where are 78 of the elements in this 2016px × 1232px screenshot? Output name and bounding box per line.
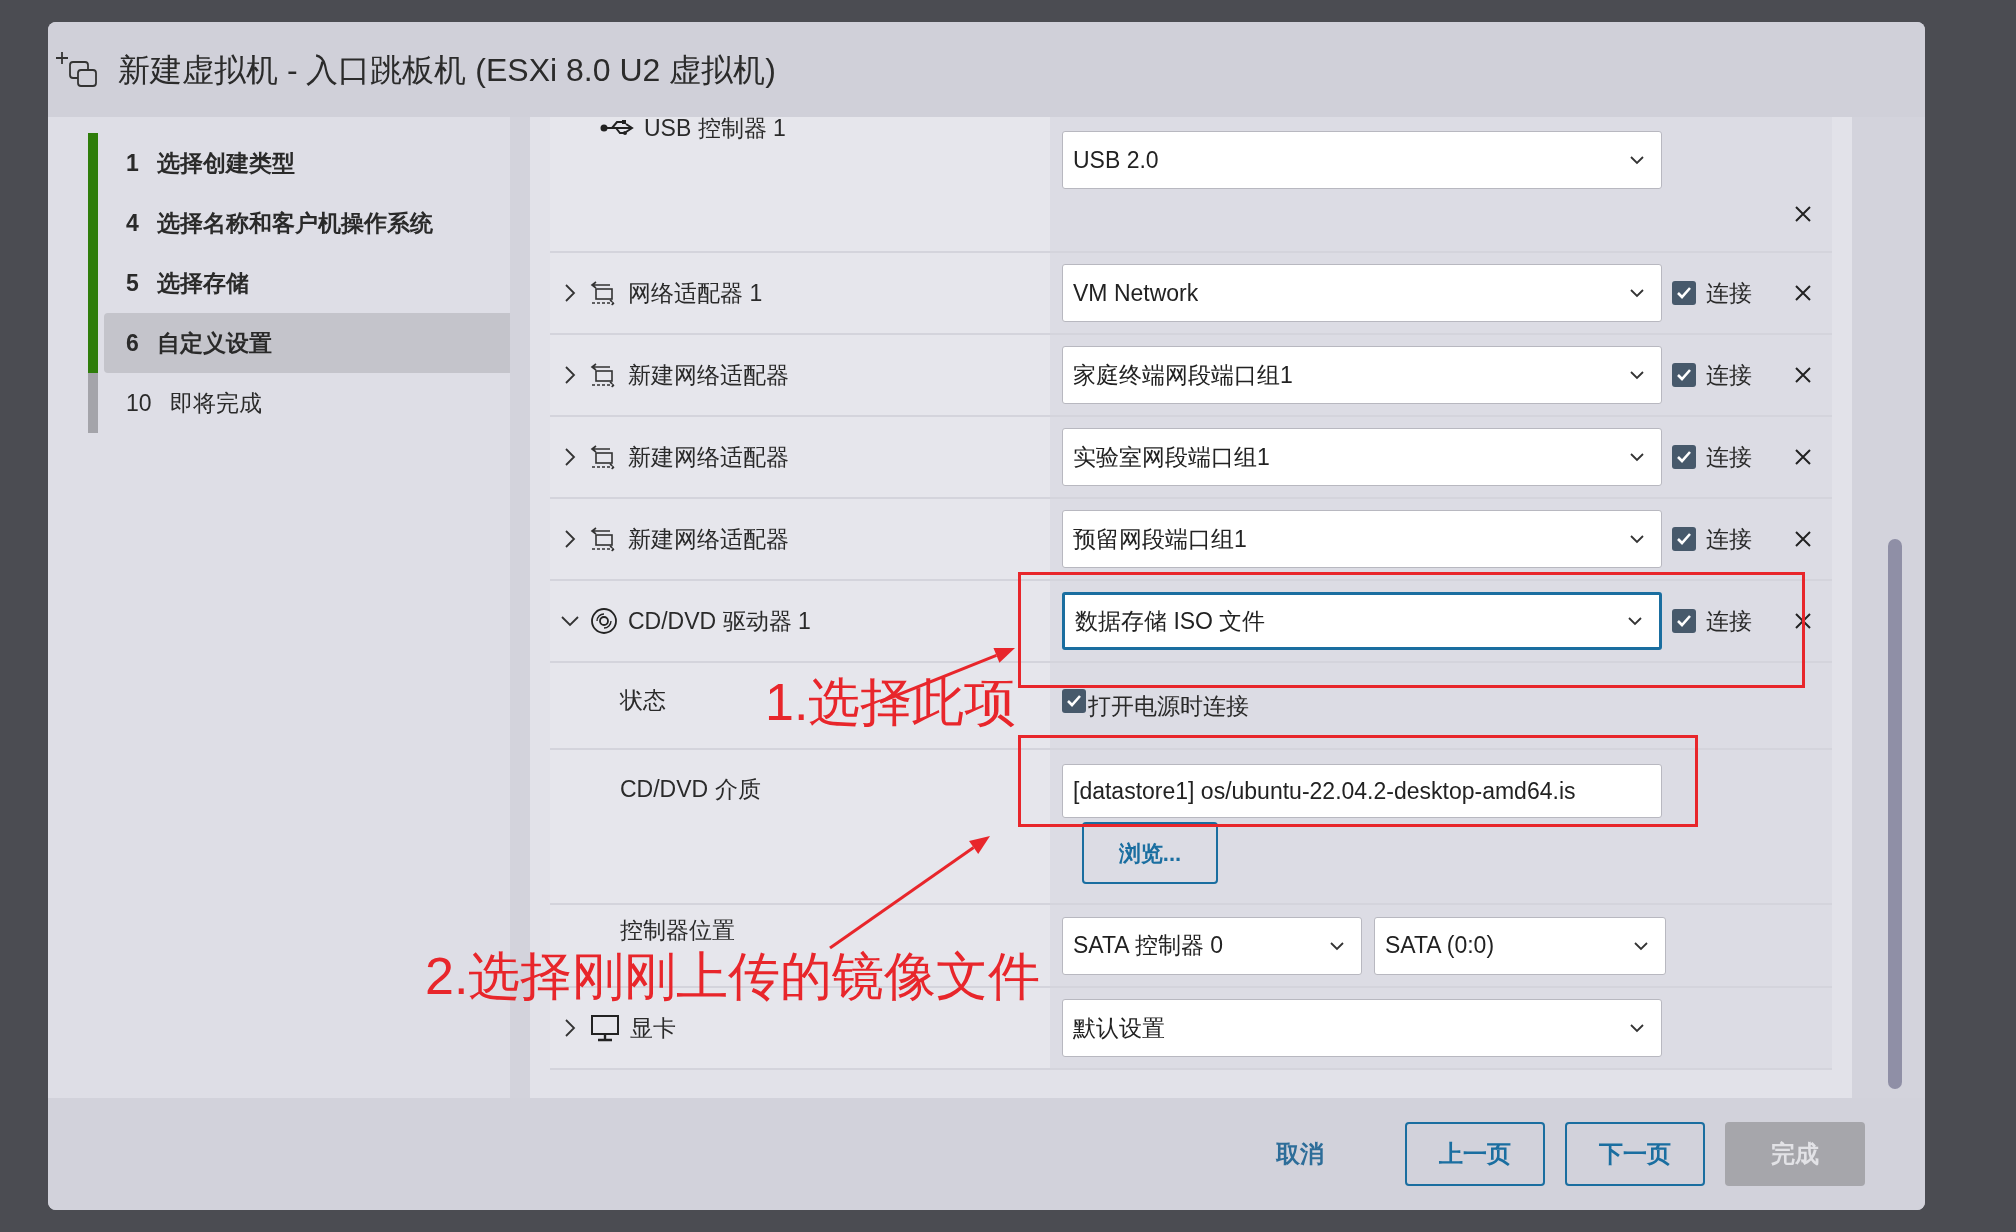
step-label: 选择存储	[156, 268, 249, 298]
checkbox[interactable]	[1672, 527, 1696, 551]
checkbox-label: 连接	[1706, 360, 1752, 390]
scrollbar-thumb[interactable]	[1888, 539, 1902, 1089]
dropdown[interactable]: SATA 控制器 0	[1062, 916, 1362, 975]
step-label: 即将完成	[169, 388, 262, 418]
dropdown[interactable]: USB 2.0	[1062, 131, 1662, 189]
checkbox[interactable]	[1672, 445, 1696, 469]
close-icon[interactable]	[1794, 448, 1812, 466]
close-icon[interactable]	[1794, 284, 1812, 302]
dropdown[interactable]: 默认设置	[1062, 999, 1662, 1057]
window-title: 新建虚拟机 - 入口跳板机 (ESXi 8.0 U2 虚拟机)	[118, 50, 776, 90]
footer-button[interactable]: 上一页	[1405, 1122, 1545, 1186]
dropdown[interactable]: VM Network	[1062, 264, 1662, 322]
caret-icon	[1629, 288, 1645, 298]
dropdown[interactable]: 家庭终端网段端口组1	[1062, 346, 1662, 404]
check-icon	[1066, 694, 1082, 708]
caret-icon	[1329, 940, 1345, 951]
caret-icon	[1629, 155, 1645, 165]
text-field[interactable]: [datastore1] os/ubuntu-22.04.2-desktop-amd64.is	[1062, 764, 1662, 818]
check-icon	[1676, 532, 1692, 546]
wizard-step[interactable]: 10 即将完成	[104, 373, 510, 433]
checkbox-label: 连接	[1706, 606, 1752, 636]
check-icon	[1676, 286, 1692, 300]
caret-icon	[1629, 370, 1645, 380]
device-label: USB 控制器 1	[644, 117, 786, 143]
checkbox-label: 连接	[1706, 442, 1752, 472]
close-icon[interactable]	[1794, 612, 1812, 630]
wizard-step[interactable]: 4 选择名称和客户机操作系统	[104, 193, 510, 253]
step-number: 10	[126, 388, 152, 418]
setting-label: CD/DVD 介质	[620, 775, 761, 804]
wizard-step[interactable]: 5 选择存储	[104, 253, 510, 313]
monitor-icon	[590, 1014, 620, 1042]
check-icon	[1676, 614, 1692, 628]
step-number: 6	[126, 328, 139, 358]
setting-label: 状态	[620, 686, 666, 715]
device-label: 显卡	[630, 1013, 676, 1043]
caret-icon	[1627, 616, 1643, 626]
checkbox-label: 连接	[1706, 524, 1752, 554]
step-number: 4	[126, 208, 139, 238]
dropdown[interactable]: SATA (0:0)	[1374, 916, 1666, 975]
new-vm-icon	[54, 49, 98, 90]
step-number: 1	[126, 148, 139, 178]
annotation-text: 2.选择刚刚上传的镜像文件	[425, 950, 1041, 1002]
caret-icon	[1633, 940, 1649, 951]
browse-button[interactable]: 浏览...	[1082, 822, 1218, 884]
caret-icon	[1629, 1023, 1645, 1033]
step-number: 5	[126, 268, 139, 298]
checkbox-label: 连接	[1706, 278, 1752, 308]
step-label: 自定义设置	[156, 328, 272, 358]
device-label: 网络适配器 1	[628, 278, 763, 308]
dropdown[interactable]: 数据存储 ISO 文件	[1062, 592, 1662, 650]
step-label: 选择创建类型	[156, 148, 295, 178]
device-label: 新建网络适配器	[628, 524, 789, 554]
device-label: 新建网络适配器	[628, 442, 789, 472]
dropdown[interactable]: 预留网段端口组1	[1062, 510, 1662, 568]
wizard-step[interactable]: 1 选择创建类型	[104, 133, 510, 193]
cancel-link[interactable]: 取消	[1235, 1122, 1365, 1186]
footer-button[interactable]: 下一页	[1565, 1122, 1705, 1186]
check-icon	[1676, 450, 1692, 464]
checkbox[interactable]	[1672, 363, 1696, 387]
device-label: 新建网络适配器	[628, 360, 789, 390]
dropdown[interactable]: 实验室网段端口组1	[1062, 428, 1662, 486]
device-label: CD/DVD 驱动器 1	[628, 606, 811, 636]
setting-label: 控制器位置	[620, 916, 735, 945]
checkbox[interactable]	[1672, 281, 1696, 305]
step-label: 选择名称和客户机操作系统	[156, 208, 433, 238]
checkbox-label: 打开电源时连接	[1088, 692, 1249, 721]
checkbox[interactable]	[1062, 689, 1086, 713]
disc-icon	[590, 607, 618, 635]
caret-icon	[1629, 452, 1645, 462]
caret-icon	[1629, 534, 1645, 544]
close-icon[interactable]	[1794, 366, 1812, 384]
close-icon[interactable]	[1794, 205, 1812, 223]
close-icon[interactable]	[1794, 530, 1812, 548]
wizard-step[interactable]: 6 自定义设置	[104, 313, 510, 373]
checkbox[interactable]	[1672, 609, 1696, 633]
check-icon	[1676, 368, 1692, 382]
